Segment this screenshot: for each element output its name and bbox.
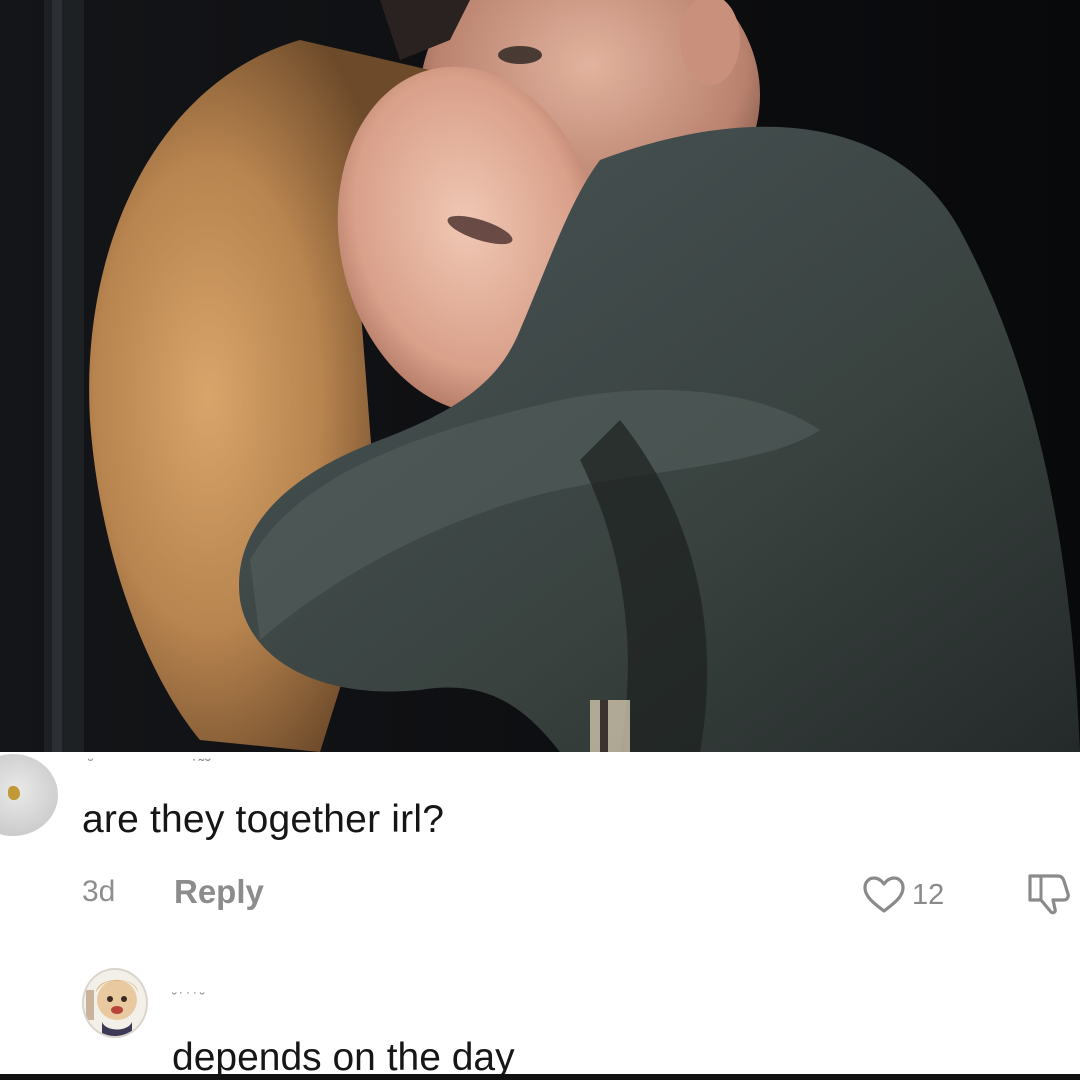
comment-age: 3d (82, 875, 116, 908)
commenter-username-suffix: ˙˜˘ (192, 756, 212, 772)
commenter-avatar[interactable] (0, 754, 58, 836)
photo-of-couple-embracing (0, 0, 1080, 752)
reply-username[interactable]: ˘˙˙˙˘ (172, 990, 207, 1004)
like-button[interactable]: 12 (862, 872, 944, 918)
profile-avatar-icon (84, 970, 146, 1036)
like-count: 12 (912, 878, 945, 911)
comment-screenshot: ˘ ˙˜˘ are they together irl? 3d Reply 12… (0, 0, 1080, 1080)
reply-button[interactable]: Reply (174, 873, 264, 911)
avatar-detail (8, 786, 20, 800)
thumbs-down-icon (1028, 874, 1070, 915)
reply-avatar[interactable] (82, 968, 148, 1038)
heart-outline-icon (863, 876, 905, 913)
post-photo (0, 0, 1080, 752)
comment-text: are they together irl? (82, 798, 445, 841)
bottom-edge (0, 1074, 1080, 1080)
dislike-button[interactable] (1024, 870, 1080, 916)
commenter-username[interactable]: ˘ (88, 756, 96, 772)
